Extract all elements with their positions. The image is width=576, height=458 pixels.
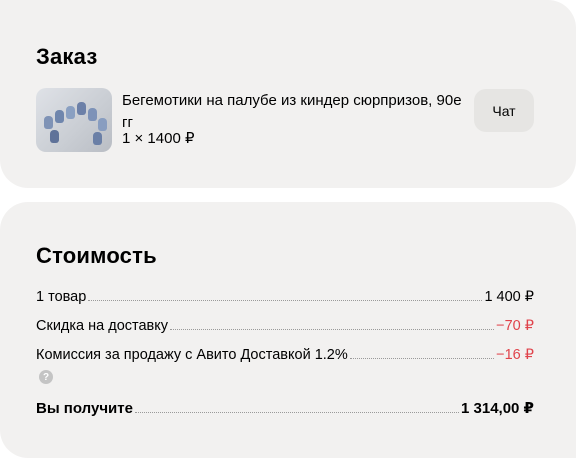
dotted-leader (349, 358, 495, 359)
cost-title: Стоимость (36, 243, 157, 268)
cost-row-label: Скидка на доставку (36, 318, 169, 334)
dotted-leader (134, 412, 459, 413)
item-title[interactable]: Бегемотики на палубе из киндер сюрпризов… (122, 90, 462, 134)
cost-row-delivery-discount: Скидка на доставку −70 ₽ (36, 314, 534, 334)
figure-icon (98, 118, 107, 131)
cost-row-items: 1 товар 1 400 ₽ (36, 285, 534, 305)
figure-icon (77, 102, 86, 115)
item-thumbnail[interactable] (36, 88, 112, 152)
cost-row-label: Комиссия за продажу с Авито Доставкой 1.… (36, 347, 348, 363)
dotted-leader (170, 329, 495, 330)
cost-row-commission: Комиссия за продажу с Авито Доставкой 1.… (36, 343, 534, 363)
cost-row-total: Вы получите 1 314,00 ₽ (36, 397, 534, 417)
figure-icon (88, 108, 97, 121)
total-value: 1 314,00 ₽ (461, 400, 534, 417)
figure-icon (44, 116, 53, 129)
cost-row-value: −70 ₽ (496, 318, 534, 334)
cost-row-label: 1 товар (36, 289, 87, 305)
dotted-leader (88, 300, 483, 301)
order-card: Заказ Бегемотики на палубе из киндер сюр… (0, 0, 576, 188)
cost-row-value: 1 400 ₽ (484, 289, 534, 305)
figure-icon (93, 132, 102, 145)
item-quantity-price: 1 × 1400 ₽ (122, 130, 195, 147)
question-mark-icon[interactable]: ? (39, 370, 53, 384)
figure-icon (66, 106, 75, 119)
figure-icon (55, 110, 64, 123)
total-label: Вы получите (36, 400, 133, 417)
order-title: Заказ (36, 44, 98, 69)
cost-row-value: −16 ₽ (496, 347, 534, 363)
chat-button[interactable]: Чат (474, 89, 534, 132)
figure-icon (50, 130, 59, 143)
